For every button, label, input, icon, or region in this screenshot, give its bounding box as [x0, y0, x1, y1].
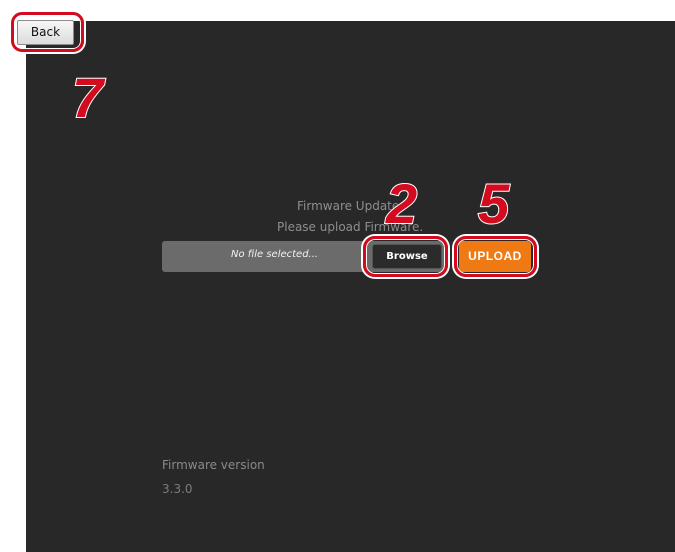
firmware-update-title: Firmware Update [297, 199, 400, 213]
browse-step-number: 2 [385, 172, 418, 235]
browse-callout-ring [363, 236, 448, 277]
app-panel [26, 21, 675, 552]
upload-callout-ring [454, 236, 537, 277]
file-status-text: No file selected... [231, 249, 319, 260]
firmware-version-label: Firmware version [162, 458, 265, 472]
firmware-version-value: 3.3.0 [162, 482, 193, 496]
upload-step-number: 5 [477, 172, 510, 235]
back-step-number: 7 [71, 66, 104, 129]
back-callout-ring [11, 12, 84, 52]
